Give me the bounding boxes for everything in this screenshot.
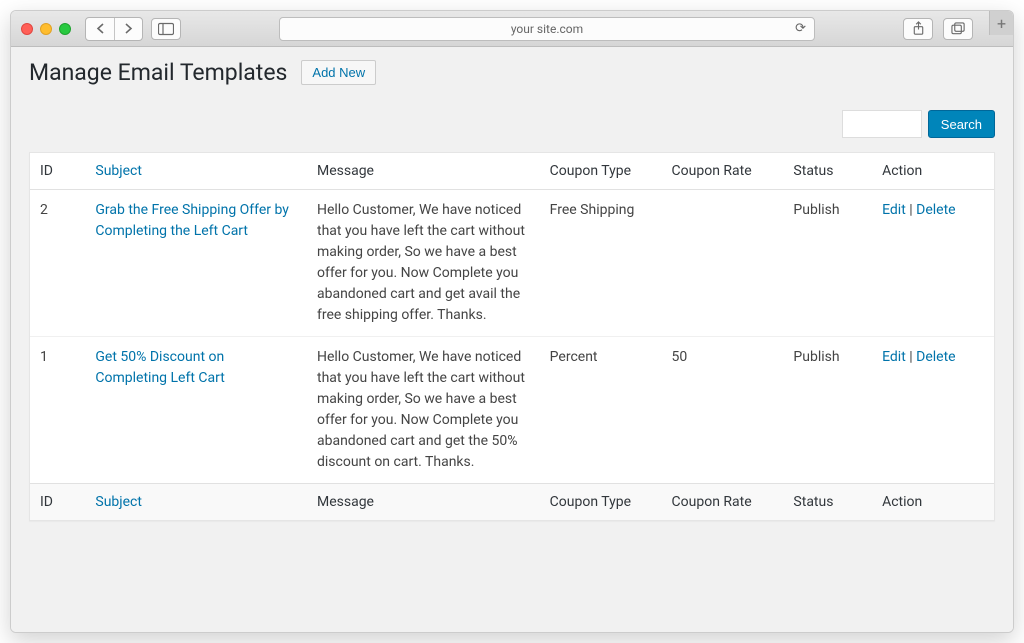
nav-buttons [85, 17, 143, 41]
cell-subject: Grab the Free Shipping Offer by Completi… [85, 190, 307, 337]
cell-actions: Edit | Delete [872, 337, 994, 484]
reload-icon[interactable]: ⟳ [795, 21, 806, 36]
col-footer-action: Action [872, 484, 994, 521]
cell-id: 1 [30, 337, 85, 484]
cell-message: Hello Customer, We have noticed that you… [307, 190, 540, 337]
window-controls [21, 23, 71, 35]
search-input[interactable] [842, 110, 922, 138]
table-footer-row: ID Subject Message Coupon Type Coupon Ra… [30, 484, 994, 521]
cell-id: 2 [30, 190, 85, 337]
templates-table-wrap: ID Subject Message Coupon Type Coupon Ra… [29, 152, 995, 521]
col-footer-subject[interactable]: Subject [85, 484, 307, 521]
new-tab-button[interactable]: + [989, 11, 1013, 35]
col-footer-id: ID [30, 484, 85, 521]
edit-link[interactable]: Edit [882, 202, 906, 218]
cell-coupon-rate [662, 190, 784, 337]
back-button[interactable] [86, 18, 114, 40]
action-separator: | [906, 349, 916, 365]
add-new-button[interactable]: Add New [301, 60, 376, 85]
action-separator: | [906, 202, 916, 218]
col-header-coupon-type: Coupon Type [540, 153, 662, 190]
cell-coupon-type: Free Shipping [540, 190, 662, 337]
table-row: 2 Grab the Free Shipping Offer by Complet… [30, 190, 994, 337]
templates-table: ID Subject Message Coupon Type Coupon Ra… [30, 153, 994, 520]
search-row: Search [29, 110, 995, 138]
cell-coupon-type: Percent [540, 337, 662, 484]
cell-coupon-rate: 50 [662, 337, 784, 484]
col-header-id: ID [30, 153, 85, 190]
forward-button[interactable] [114, 18, 142, 40]
col-footer-status: Status [783, 484, 872, 521]
delete-link[interactable]: Delete [916, 202, 955, 218]
minimize-window-button[interactable] [40, 23, 52, 35]
col-header-action: Action [872, 153, 994, 190]
toolbar-right [903, 18, 973, 40]
browser-window: your site.com ⟳ + Manage Email Templates… [10, 10, 1014, 633]
col-header-coupon-rate: Coupon Rate [662, 153, 784, 190]
col-header-status: Status [783, 153, 872, 190]
url-bar[interactable]: your site.com ⟳ [279, 17, 815, 41]
cell-actions: Edit | Delete [872, 190, 994, 337]
subject-link[interactable]: Grab the Free Shipping Offer by Completi… [95, 202, 289, 239]
tabs-button[interactable] [943, 18, 973, 40]
url-text: your site.com [511, 22, 583, 36]
table-header-row: ID Subject Message Coupon Type Coupon Ra… [30, 153, 994, 190]
table-row: 1 Get 50% Discount on Completing Left Car… [30, 337, 994, 484]
col-footer-coupon-rate: Coupon Rate [662, 484, 784, 521]
cell-status: Publish [783, 190, 872, 337]
subject-link[interactable]: Get 50% Discount on Completing Left Cart [95, 349, 224, 386]
cell-status: Publish [783, 337, 872, 484]
col-footer-coupon-type: Coupon Type [540, 484, 662, 521]
titlebar: your site.com ⟳ + [11, 11, 1013, 47]
col-header-message: Message [307, 153, 540, 190]
sidebar-toggle-button[interactable] [151, 18, 181, 40]
col-header-subject[interactable]: Subject [85, 153, 307, 190]
cell-subject: Get 50% Discount on Completing Left Cart [85, 337, 307, 484]
page-title: Manage Email Templates [29, 59, 287, 86]
cell-message: Hello Customer, We have noticed that you… [307, 337, 540, 484]
edit-link[interactable]: Edit [882, 349, 906, 365]
close-window-button[interactable] [21, 23, 33, 35]
delete-link[interactable]: Delete [916, 349, 955, 365]
maximize-window-button[interactable] [59, 23, 71, 35]
col-footer-message: Message [307, 484, 540, 521]
search-button[interactable]: Search [928, 110, 995, 138]
page-content: Manage Email Templates Add New Search ID… [11, 47, 1013, 632]
share-button[interactable] [903, 18, 933, 40]
page-header: Manage Email Templates Add New Search [11, 59, 1013, 152]
